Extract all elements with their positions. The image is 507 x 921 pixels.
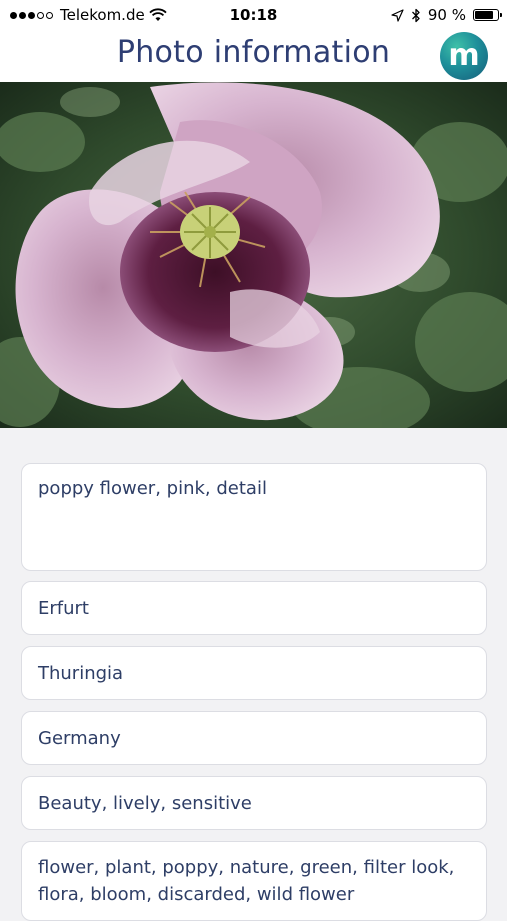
battery-percent: 90 % bbox=[427, 6, 466, 24]
city-field[interactable]: Erfurt bbox=[21, 581, 487, 635]
photo-preview bbox=[0, 82, 507, 428]
country-field[interactable]: Germany bbox=[21, 711, 487, 765]
status-right: 90 % bbox=[391, 6, 502, 24]
keywords-field[interactable]: flower, plant, poppy, nature, green, fil… bbox=[21, 841, 487, 921]
app-logo[interactable]: m bbox=[440, 32, 488, 80]
photo-info-form: poppy flower, pink, detail Erfurt Thurin… bbox=[0, 428, 507, 921]
location-arrow-icon bbox=[391, 8, 404, 22]
mood-field[interactable]: Beauty, lively, sensitive bbox=[21, 776, 487, 830]
status-bar: Telekom.de 10:18 90 % bbox=[0, 0, 507, 30]
header: Photo information m bbox=[0, 30, 507, 82]
poppy-photo-image bbox=[0, 82, 507, 428]
bluetooth-icon bbox=[411, 8, 420, 22]
description-field[interactable]: poppy flower, pink, detail bbox=[21, 463, 487, 571]
battery-level bbox=[475, 11, 493, 19]
state-field[interactable]: Thuringia bbox=[21, 646, 487, 700]
logo-letter: m bbox=[448, 38, 480, 73]
page-title: Photo information bbox=[116, 35, 391, 70]
battery-icon bbox=[473, 9, 502, 21]
